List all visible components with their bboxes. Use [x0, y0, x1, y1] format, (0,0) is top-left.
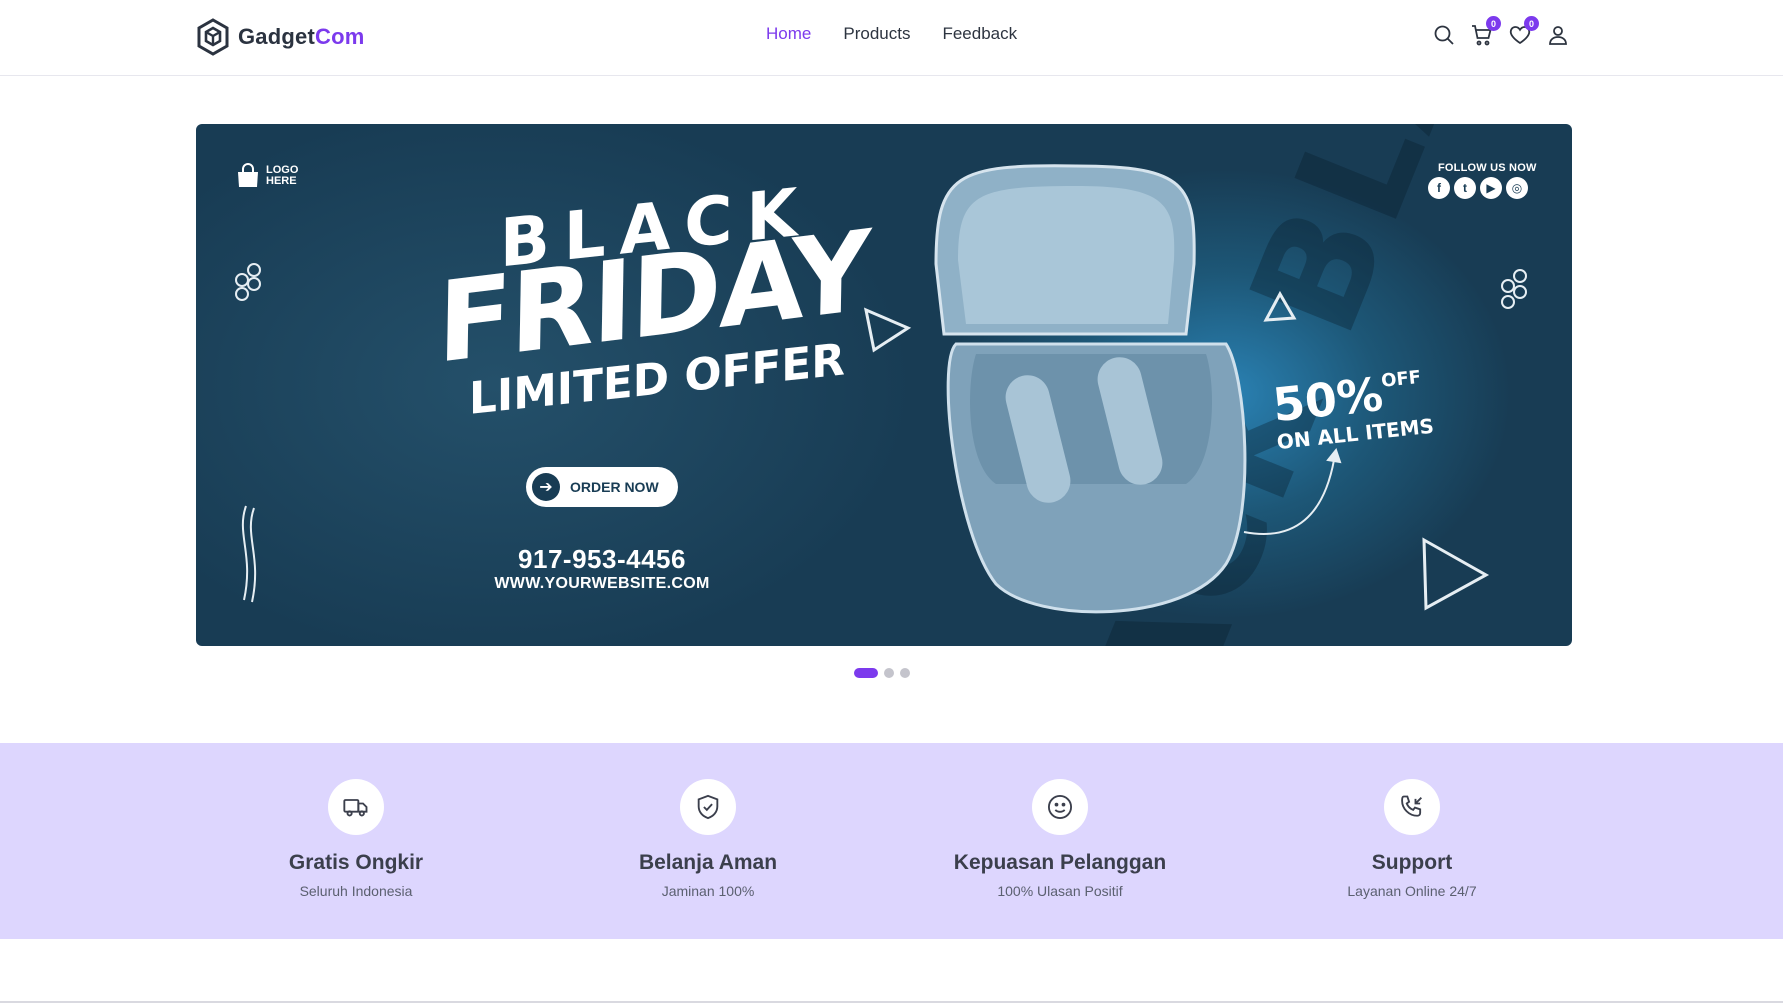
hero-discount: 50%OFF ON ALL ITEMS — [1270, 366, 1435, 454]
features-section: Gratis Ongkir Seluruh Indonesia Belanja … — [0, 743, 1783, 939]
carousel-dot-3[interactable] — [900, 668, 910, 678]
hero-follow: FOLLOW US NOW f t ▶ ◎ — [1428, 162, 1537, 199]
social-icons: f t ▶ ◎ — [1428, 177, 1537, 199]
order-now-button[interactable]: ➔ ORDER NOW — [526, 467, 678, 507]
user-icon — [1549, 26, 1567, 45]
search-icon — [1434, 25, 1454, 45]
feature-icon-circle — [328, 779, 384, 835]
brand-name: GadgetCom — [238, 24, 365, 50]
cart-count-badge: 0 — [1486, 16, 1501, 31]
shield-check-icon — [697, 794, 719, 820]
feature-icon-circle — [680, 779, 736, 835]
nav-link-home[interactable]: Home — [766, 24, 811, 44]
carousel-indicators — [854, 668, 910, 678]
nav-link-feedback[interactable]: Feedback — [942, 24, 1017, 44]
feature-safe-shopping: Belanja Aman Jaminan 100% — [532, 743, 884, 899]
feature-subtitle: Jaminan 100% — [661, 883, 755, 899]
brand-name-part2: Com — [315, 24, 365, 49]
feature-free-shipping: Gratis Ongkir Seluruh Indonesia — [180, 743, 532, 899]
hero-website: WWW.YOURWEBSITE.COM — [494, 575, 710, 592]
carousel-dot-1[interactable] — [854, 668, 878, 678]
feature-subtitle: Layanan Online 24/7 — [1347, 883, 1477, 899]
wishlist-count-badge: 0 — [1524, 16, 1539, 31]
wishlist-button[interactable]: 0 — [1508, 16, 1539, 48]
twitter-icon[interactable]: t — [1454, 177, 1476, 199]
carousel-dot-2[interactable] — [884, 668, 894, 678]
main-nav: Home Products Feedback — [766, 24, 1017, 44]
follow-us-text: FOLLOW US NOW — [1438, 162, 1537, 174]
cart-button[interactable]: 0 — [1470, 16, 1501, 48]
feature-support: Support Layanan Online 24/7 — [1236, 743, 1588, 899]
account-button[interactable] — [1546, 22, 1570, 48]
phone-incoming-icon — [1401, 795, 1422, 817]
hexagon-logo-icon — [197, 18, 229, 56]
brand-logo-link[interactable]: GadgetCom — [196, 18, 365, 56]
truck-icon — [343, 799, 368, 817]
search-button[interactable] — [1432, 22, 1456, 48]
nav-link-products[interactable]: Products — [843, 24, 910, 44]
feature-subtitle: 100% Ulasan Positif — [997, 883, 1123, 899]
hero-logo-text: LOGO HERE — [266, 164, 299, 187]
feature-icon-circle — [1384, 779, 1440, 835]
discount-off: OFF — [1380, 366, 1423, 392]
hero-phone: 917-953-4456 — [518, 544, 686, 574]
feature-title: Support — [1371, 851, 1453, 874]
feature-icon-circle — [1032, 779, 1088, 835]
feature-title: Kepuasan Pelanggan — [953, 851, 1167, 874]
facebook-icon[interactable]: f — [1428, 177, 1450, 199]
instagram-icon[interactable]: ◎ — [1506, 177, 1528, 199]
feature-title: Belanja Aman — [638, 851, 778, 874]
arrow-right-icon: ➔ — [532, 473, 560, 501]
hero-banner[interactable]: BLACK BLACK LOGO HE — [196, 124, 1572, 646]
feature-title: Gratis Ongkir — [288, 851, 424, 874]
shopping-bag-icon — [238, 163, 258, 187]
nav-actions: 0 0 — [1432, 16, 1570, 48]
hero-logo: LOGO HERE — [234, 162, 306, 190]
feature-customer-satisfaction: Kepuasan Pelanggan 100% Ulasan Positif — [884, 743, 1236, 899]
youtube-icon[interactable]: ▶ — [1480, 177, 1502, 199]
order-now-label: ORDER NOW — [570, 479, 659, 495]
brand-name-part1: Gadget — [238, 24, 315, 49]
feature-subtitle: Seluruh Indonesia — [299, 883, 413, 899]
smile-icon — [1047, 794, 1073, 820]
navbar: GadgetCom Home Products Feedback 0 0 — [0, 0, 1783, 76]
